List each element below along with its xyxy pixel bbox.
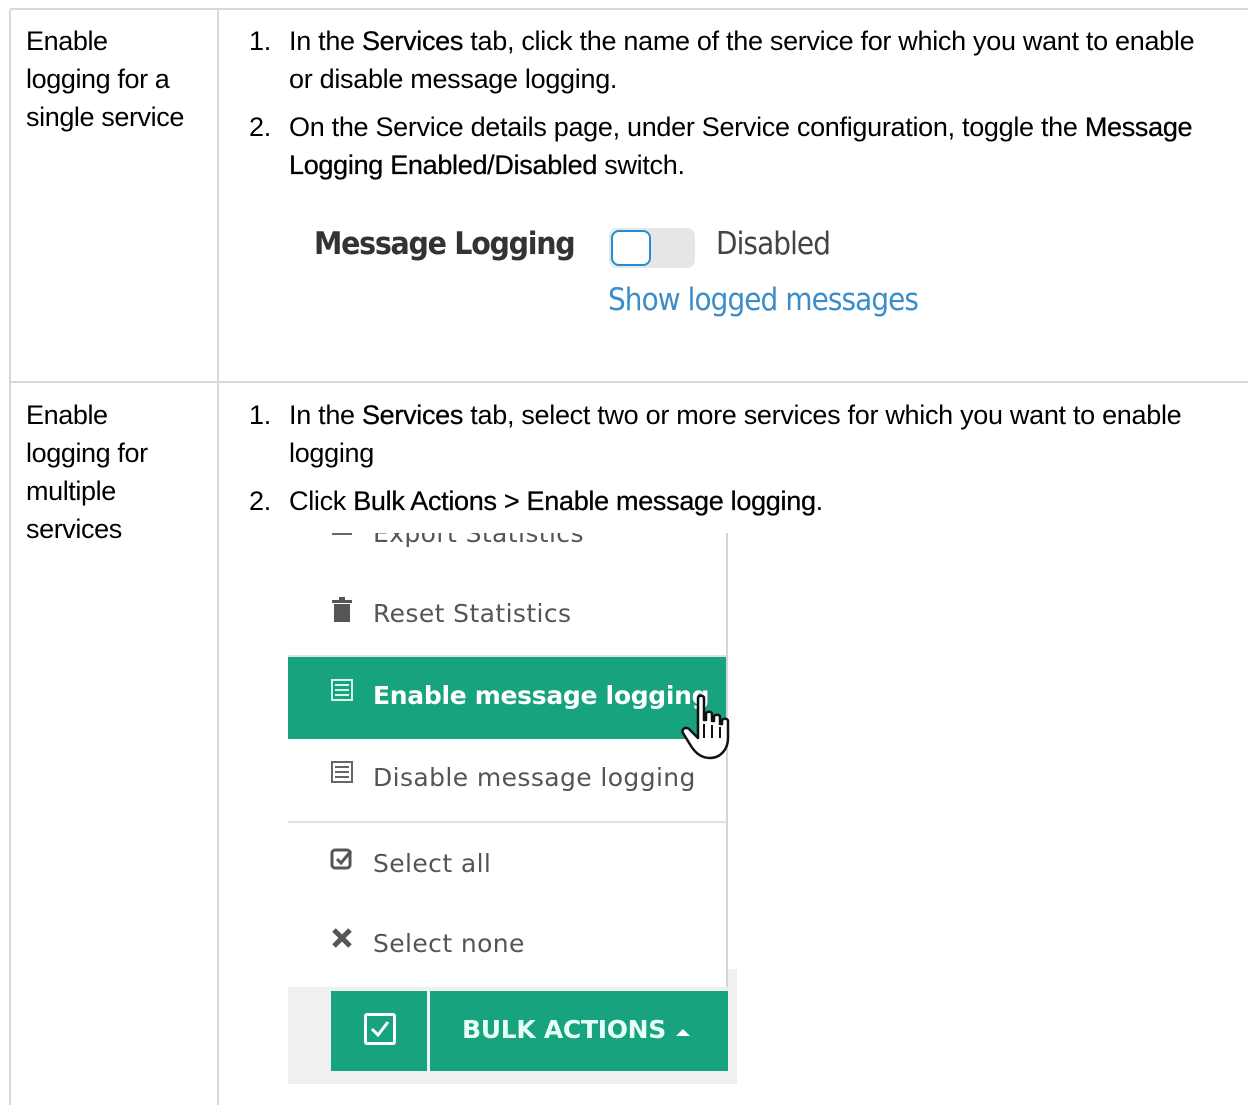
task-cell-single: Enable logging for a single service (26, 22, 184, 136)
ui-term: Services (361, 26, 464, 56)
task-line: logging for (26, 438, 148, 468)
select-checkbox-button[interactable] (331, 991, 427, 1071)
steps-single: 1. In the Services tab, click the name o… (249, 22, 1224, 194)
message-logging-toggle[interactable] (609, 228, 695, 268)
step-item: 2. On the Service details page, under Se… (249, 108, 1224, 184)
menu-item-export-statistics[interactable]: Export Statistics (288, 533, 726, 577)
message-logging-state: Disabled (716, 226, 831, 262)
table-top-border (10, 8, 1248, 10)
bulk-actions-menu: Export Statistics Reset Statistics Enabl… (288, 533, 728, 987)
bulk-actions-label: BULK ACTIONS (462, 1015, 666, 1044)
step-number: 2. (249, 112, 271, 142)
menu-item-label: Disable message logging (373, 763, 696, 792)
step-item: 1. In the Services tab, click the name o… (249, 22, 1224, 98)
table-row-divider (10, 381, 1248, 383)
check-square-icon (330, 847, 354, 873)
step-text-part: switch. (597, 150, 685, 180)
menu-item-disable-message-logging[interactable]: Disable message logging (288, 739, 726, 821)
menu-item-select-none[interactable]: Select none (288, 905, 726, 987)
log-icon (330, 761, 354, 787)
export-icon (330, 533, 354, 543)
bulk-actions-button[interactable]: BULK ACTIONS (430, 991, 728, 1071)
menu-item-label: Enable message logging (373, 681, 710, 710)
menu-item-reset-statistics[interactable]: Reset Statistics (288, 575, 726, 657)
step-item: 2. Click Bulk Actions > Enable message l… (249, 482, 1224, 520)
step-text: In the Services tab, select two or more … (289, 400, 1182, 468)
task-line: services (26, 514, 122, 544)
step-number: 1. (249, 26, 271, 56)
task-line: Enable (26, 400, 108, 430)
step-text-part: Click (289, 486, 354, 516)
checkbox-icon (364, 1013, 396, 1045)
step-number: 2. (249, 486, 271, 516)
ui-term: Services (361, 400, 464, 430)
message-logging-label: Message Logging (314, 226, 576, 262)
step-item: 1. In the Services tab, select two or mo… (249, 396, 1224, 472)
task-line: logging for a (26, 64, 170, 94)
trash-icon (330, 597, 354, 623)
step-text-part: In the (289, 26, 362, 56)
menu-divider (288, 821, 726, 823)
menu-item-label: Export Statistics (373, 533, 584, 548)
step-text: In the Services tab, click the name of t… (289, 26, 1195, 94)
table-column-divider (217, 10, 219, 1105)
task-cell-multiple: Enable logging for multiple services (26, 396, 148, 548)
toggle-knob (611, 230, 651, 266)
hand-cursor-icon (681, 694, 730, 760)
menu-item-label: Select all (373, 849, 492, 878)
task-line: Enable (26, 26, 108, 56)
task-line: single service (26, 102, 184, 132)
step-text: Click Bulk Actions > Enable message logg… (289, 486, 823, 516)
step-number: 1. (249, 400, 271, 430)
table-left-border (9, 10, 11, 1105)
task-line: multiple (26, 476, 116, 506)
x-icon (330, 927, 354, 953)
menu-item-label: Select none (373, 929, 525, 958)
show-logged-messages-link[interactable]: Show logged messages (608, 282, 919, 318)
step-text-part: On the Service details page, under Servi… (289, 112, 1085, 142)
menu-item-select-all[interactable]: Select all (288, 825, 726, 907)
step-text: On the Service details page, under Servi… (289, 112, 1193, 180)
steps-multiple: 1. In the Services tab, select two or mo… (249, 396, 1224, 530)
menu-item-enable-message-logging[interactable]: Enable message logging (288, 657, 726, 739)
caret-up-icon (676, 1029, 690, 1036)
step-text-part: In the (289, 400, 362, 430)
menu-item-label: Reset Statistics (373, 599, 572, 628)
step-text-part: . (815, 486, 824, 516)
log-icon (330, 679, 354, 705)
ui-term: Bulk Actions > Enable message logging (353, 486, 816, 516)
